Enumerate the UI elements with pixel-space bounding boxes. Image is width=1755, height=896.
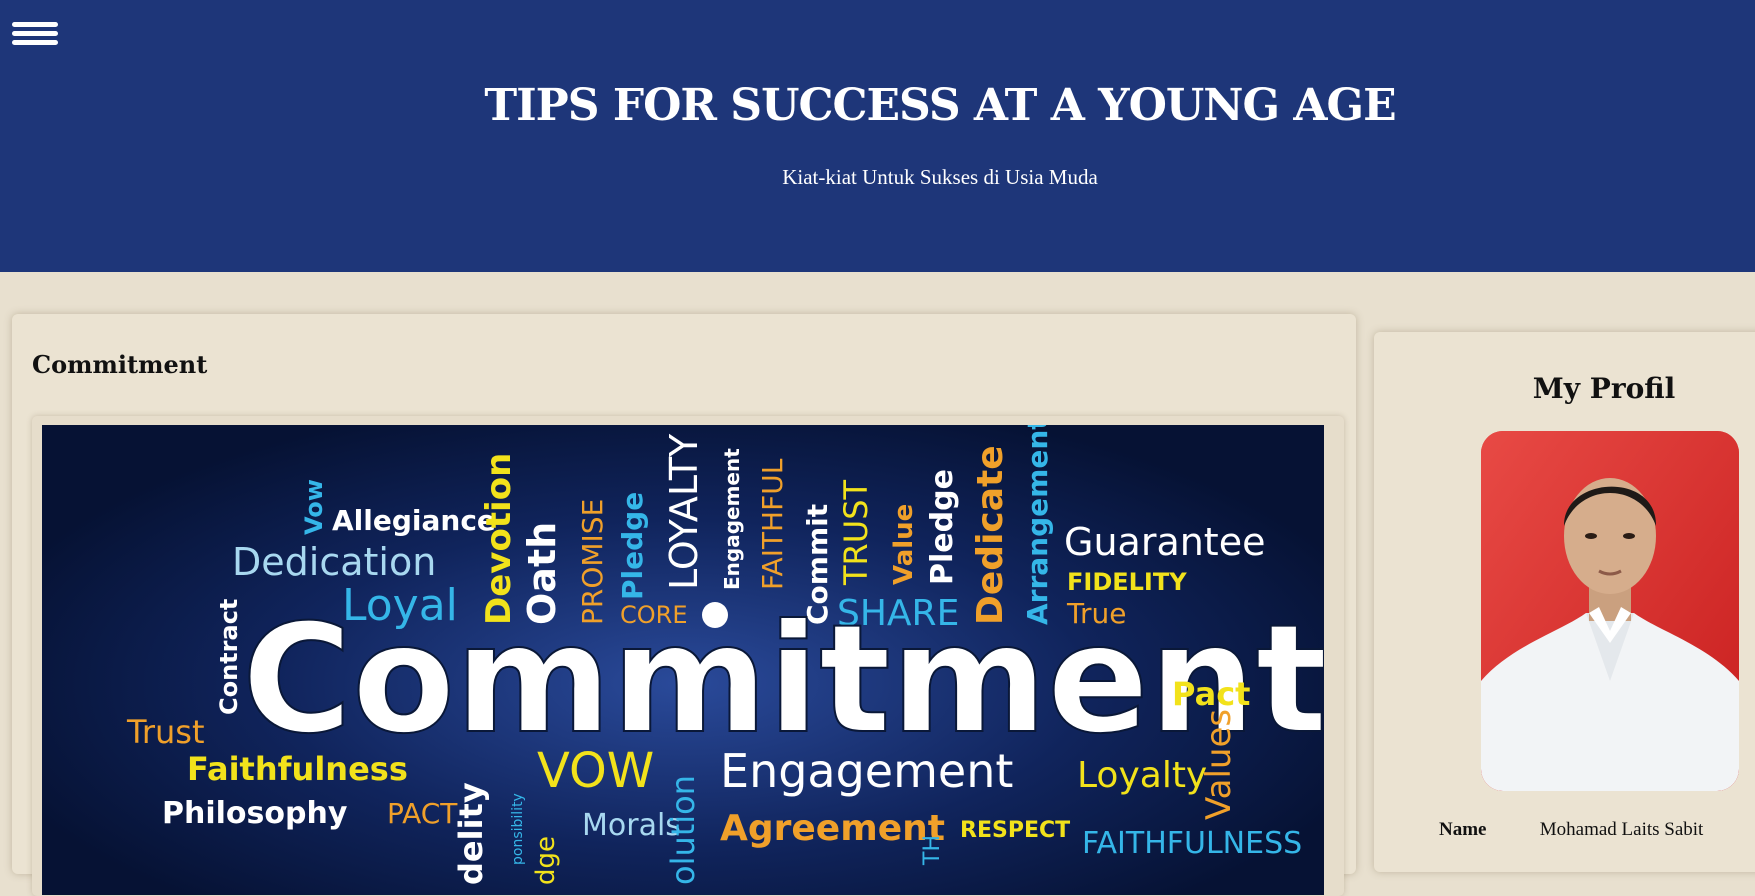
profile-name-row: Name Mohamad Laits Sabit xyxy=(1439,819,1755,841)
word-vow-small: Vow xyxy=(300,479,328,535)
profile-photo xyxy=(1481,431,1739,791)
word-values: Values xyxy=(1199,709,1239,820)
word-allegiance: Allegiance xyxy=(332,504,496,537)
name-label: Name xyxy=(1439,819,1487,840)
word-fidelity: FIDELITY xyxy=(1067,568,1187,596)
post-card: Commitment Vow Allegiance Dedication Loy… xyxy=(12,314,1356,896)
word-dedication: Dedication xyxy=(232,540,436,584)
name-value: Mohamad Laits Sabit xyxy=(1539,819,1704,840)
commitment-word-cloud-image: Vow Allegiance Dedication Loyal Devotion… xyxy=(42,425,1324,895)
word-responsibility-partial: ponsibility xyxy=(510,793,526,865)
word-respect: RESPECT xyxy=(960,818,1070,843)
word-engagement-large: Engagement xyxy=(720,744,1013,798)
word-faithfulness-bottom: FAITHFULNESS xyxy=(1082,826,1302,861)
word-agreement: Agreement xyxy=(720,808,945,849)
word-faithfulness: Faithfulness xyxy=(187,750,408,788)
word-trust: Trust xyxy=(126,713,205,751)
profile-sidebar: My Profil Name Mohamad Laits Sabit xyxy=(1374,332,1755,872)
word-contract: Contract xyxy=(215,599,243,715)
hamburger-menu-icon[interactable] xyxy=(12,22,58,50)
word-th-partial: TH xyxy=(920,835,945,866)
word-fidelity-partial: delity xyxy=(452,782,490,885)
word-engagement-vertical: Engagement xyxy=(720,448,744,590)
word-faithful: FAITHFUL xyxy=(756,458,789,590)
word-guarantee: Guarantee xyxy=(1064,520,1265,564)
site-title: TIPS FOR SUCCESS AT A YOUNG AGE xyxy=(484,80,1396,131)
site-subtitle: Kiat-kiat Untuk Sukses di Usia Muda xyxy=(782,165,1098,189)
post-title: Commitment xyxy=(32,350,208,379)
word-loyalty-vertical: LOYALTY xyxy=(662,433,706,590)
word-vow-large: VOW xyxy=(537,743,654,799)
word-pledge-2: Pledge xyxy=(925,469,960,585)
word-commitment-main: Commitment xyxy=(242,593,1324,767)
word-pact-small: PACT xyxy=(387,797,458,830)
word-pact: Pact xyxy=(1172,675,1250,713)
post-image-frame: Vow Allegiance Dedication Loyal Devotion… xyxy=(32,416,1344,896)
word-loyalty: Loyalty xyxy=(1077,755,1207,796)
site-header: TIPS FOR SUCCESS AT A YOUNG AGE Kiat-kia… xyxy=(0,0,1755,272)
word-pledge-partial: dge xyxy=(531,836,561,885)
word-trust-vertical: TRUST xyxy=(837,479,875,586)
word-pledge-1: Pledge xyxy=(616,492,649,600)
word-solution-partial: olution xyxy=(664,775,702,885)
word-philosophy: Philosophy xyxy=(162,796,348,831)
sidebar-title: My Profil xyxy=(1532,372,1676,405)
word-value: Value xyxy=(889,504,919,585)
